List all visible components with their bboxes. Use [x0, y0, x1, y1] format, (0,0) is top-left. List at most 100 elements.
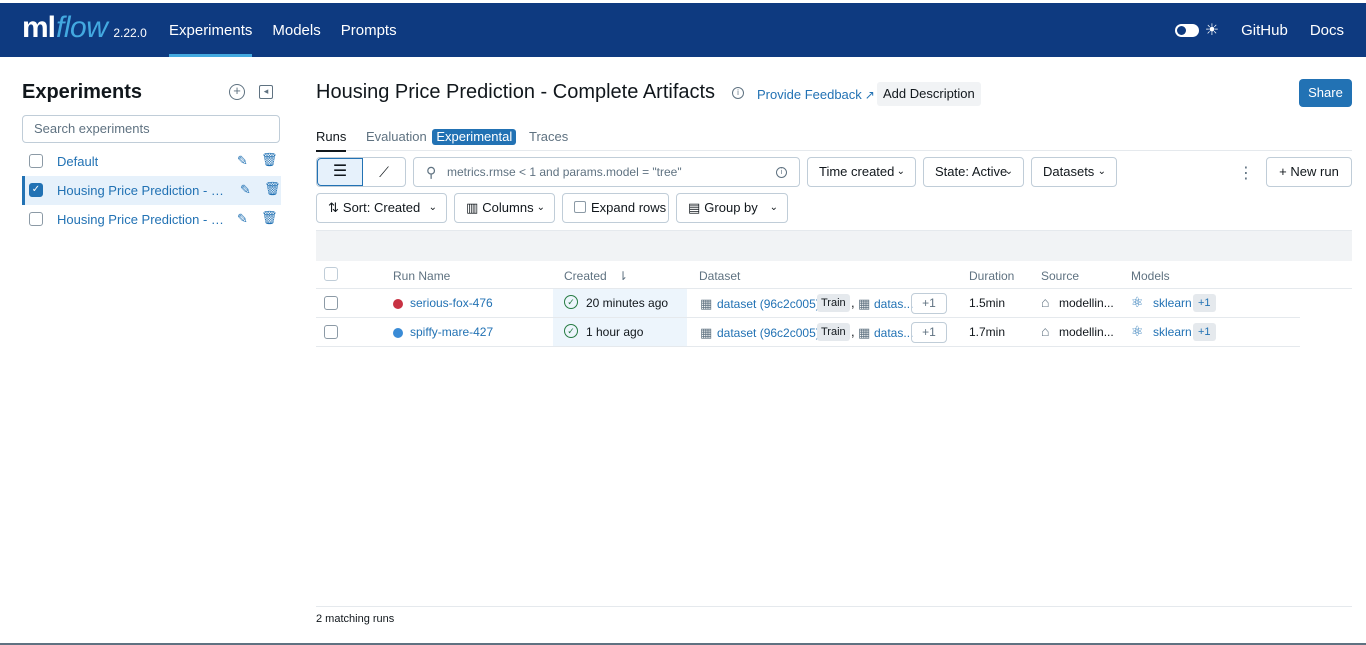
- column-dataset[interactable]: Dataset: [699, 269, 740, 283]
- external-link-icon: ↗: [864, 88, 875, 102]
- experiment-name[interactable]: Default: [57, 154, 98, 169]
- sort-desc-icon[interactable]: ⇂: [618, 269, 628, 283]
- sort-label: Sort: Created: [342, 200, 421, 215]
- edit-icon[interactable]: ✎: [240, 182, 251, 198]
- experiment-name[interactable]: Housing Price Prediction - Basic: [57, 212, 229, 227]
- edit-icon[interactable]: ✎: [237, 211, 248, 227]
- trash-icon[interactable]: 🗑: [261, 152, 278, 168]
- model-link[interactable]: sklearn: [1153, 325, 1192, 339]
- expand-rows-label: Expand rows: [591, 200, 667, 215]
- check-circle-icon: ✓: [564, 324, 578, 338]
- docs-link[interactable]: Docs: [1310, 22, 1344, 39]
- tab-evaluation[interactable]: Evaluation Experimental: [366, 129, 517, 145]
- mlflow-logo[interactable]: ml flow 2.22.0: [22, 11, 147, 45]
- dataset-link-truncated[interactable]: datas...: [874, 297, 913, 311]
- model-icon: ⚛: [1131, 323, 1144, 339]
- more-models-tag[interactable]: +1: [1193, 294, 1216, 312]
- search-experiments-input[interactable]: Search experiments: [22, 115, 280, 143]
- experiment-item-default[interactable]: Default ✎ 🗑: [22, 147, 281, 176]
- row-checkbox[interactable]: [324, 296, 338, 310]
- time-created-dropdown[interactable]: Time created ⌄: [807, 157, 916, 187]
- model-link[interactable]: sklearn: [1153, 296, 1192, 310]
- source-value[interactable]: modellin...: [1059, 296, 1114, 310]
- column-created[interactable]: Created ⇂: [564, 269, 628, 283]
- table-header-band: [316, 230, 1352, 261]
- nav-experiments[interactable]: Experiments: [159, 3, 262, 57]
- home-icon: ⌂: [1041, 294, 1050, 310]
- more-datasets-button[interactable]: +1: [911, 293, 947, 314]
- dark-mode-toggle[interactable]: [1174, 23, 1199, 37]
- info-icon[interactable]: i: [776, 167, 787, 178]
- experiment-checkbox[interactable]: [29, 212, 43, 226]
- runs-search-placeholder: metrics.rmse < 1 and params.model = "tre…: [447, 165, 682, 179]
- nav-models[interactable]: Models: [262, 3, 330, 57]
- columns-label: Columns: [482, 200, 534, 215]
- sort-dropdown[interactable]: ⇅ Sort: Created ⌄: [316, 193, 447, 223]
- chevron-down-icon: ⌄: [896, 166, 905, 177]
- table-row[interactable]: serious-fox-476 ✓ 20 minutes ago ▦ datas…: [316, 289, 1300, 318]
- experiment-name[interactable]: Housing Price Prediction - Complete Arti…: [57, 183, 229, 198]
- chevron-down-icon: ⌄: [536, 202, 545, 213]
- select-all-checkbox[interactable]: [324, 267, 338, 281]
- column-created-label: Created: [564, 269, 607, 283]
- search-icon: ⚲: [426, 164, 437, 180]
- group-by-dropdown[interactable]: ▤ Group by ⌄: [676, 193, 788, 223]
- dataset-link[interactable]: dataset (96c2c005): [717, 326, 820, 340]
- column-duration[interactable]: Duration: [969, 269, 1014, 283]
- info-icon[interactable]: i: [732, 87, 744, 99]
- home-icon: ⌂: [1041, 323, 1050, 339]
- chevron-down-icon: ⌄: [1097, 166, 1106, 177]
- tab-runs[interactable]: Runs: [316, 129, 347, 152]
- experiment-checkbox[interactable]: ✓: [29, 183, 43, 197]
- github-link[interactable]: GitHub: [1241, 22, 1288, 39]
- tab-traces[interactable]: Traces: [529, 129, 568, 144]
- column-run-name[interactable]: Run Name: [393, 269, 450, 283]
- expand-rows-toggle[interactable]: Expand rows: [562, 193, 669, 223]
- row-checkbox[interactable]: [324, 325, 338, 339]
- sidebar-title: Experiments: [22, 81, 143, 103]
- source-value[interactable]: modellin...: [1059, 325, 1114, 339]
- add-experiment-icon[interactable]: +: [229, 84, 245, 100]
- share-button[interactable]: Share: [1299, 79, 1352, 107]
- view-mode-toggle: ☰ ⟋: [316, 157, 406, 187]
- more-options-icon[interactable]: ⋮: [1238, 163, 1254, 183]
- table-row[interactable]: spiffy-mare-427 ✓ 1 hour ago ▦ dataset (…: [316, 318, 1300, 347]
- list-view-icon[interactable]: ☰: [317, 158, 363, 186]
- run-name-link[interactable]: serious-fox-476: [410, 296, 493, 310]
- runs-search-input[interactable]: ⚲ metrics.rmse < 1 and params.model = "t…: [413, 157, 800, 187]
- sun-icon: ☀: [1204, 22, 1220, 39]
- run-name-link[interactable]: spiffy-mare-427: [410, 325, 493, 339]
- add-description-button[interactable]: Add Description: [877, 82, 981, 106]
- chart-view-icon[interactable]: ⟋: [363, 158, 405, 186]
- experiment-item-basic[interactable]: Housing Price Prediction - Basic ✎ 🗑: [22, 205, 281, 234]
- more-models-tag[interactable]: +1: [1193, 323, 1216, 341]
- dataset-link[interactable]: dataset (96c2c005): [717, 297, 820, 311]
- duration-value: 1.7min: [969, 325, 1006, 339]
- checkbox-icon: [574, 201, 586, 213]
- experiment-checkbox[interactable]: [29, 154, 43, 168]
- trash-icon[interactable]: 🗑: [261, 210, 278, 226]
- dataset-link-truncated[interactable]: datas...: [874, 326, 913, 340]
- nav-prompts[interactable]: Prompts: [331, 3, 407, 57]
- provide-feedback-link[interactable]: Provide Feedback ↗: [757, 87, 875, 102]
- new-run-button[interactable]: + New run: [1266, 157, 1352, 187]
- runs-table-header: Run Name Created ⇂ Dataset Duration Sour…: [316, 261, 1352, 289]
- group-icon: ▤: [688, 200, 701, 215]
- dataset-separator: ,: [851, 295, 855, 310]
- edit-icon[interactable]: ✎: [237, 153, 248, 169]
- trash-icon[interactable]: 🗑: [264, 181, 281, 197]
- dataset-context-tag: Train: [817, 294, 850, 312]
- run-color-dot[interactable]: [393, 328, 403, 338]
- column-models[interactable]: Models: [1131, 269, 1170, 283]
- experiment-item-complete-artifacts[interactable]: ✓ Housing Price Prediction - Complete Ar…: [22, 176, 281, 205]
- columns-icon: ▥: [466, 200, 479, 215]
- model-icon: ⚛: [1131, 294, 1144, 310]
- collapse-sidebar-icon[interactable]: ◂: [259, 85, 273, 99]
- columns-dropdown[interactable]: ▥ Columns ⌄: [454, 193, 555, 223]
- run-color-dot[interactable]: [393, 299, 403, 309]
- state-dropdown[interactable]: State: Active ⌄: [923, 157, 1024, 187]
- datasets-dropdown[interactable]: Datasets ⌄: [1031, 157, 1117, 187]
- group-by-label: Group by: [704, 200, 758, 215]
- column-source[interactable]: Source: [1041, 269, 1079, 283]
- more-datasets-button[interactable]: +1: [911, 322, 947, 343]
